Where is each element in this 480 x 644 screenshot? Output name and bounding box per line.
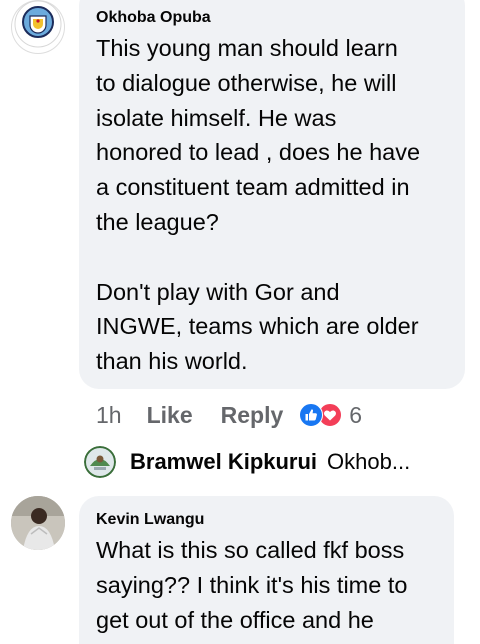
reply-preview[interactable]: Bramwel Kipkurui Okhob...	[84, 442, 410, 482]
comment-author[interactable]: Kevin Lwangu	[96, 510, 204, 530]
avatar-kevin-lwangu[interactable]	[11, 496, 65, 550]
reaction-count: 6	[349, 401, 363, 428]
comment-text: What is this so called fkf boss saying??…	[96, 537, 408, 633]
reply-avatar	[84, 446, 116, 478]
like-button[interactable]: Like	[147, 402, 193, 429]
comment-text: This young man should learn to dialogue …	[96, 35, 421, 375]
reactions[interactable]: 6	[299, 402, 362, 429]
comment-bubble: Kevin Lwangu What is this so called fkf …	[79, 496, 454, 644]
reply-snippet: Okhob...	[327, 449, 411, 474]
comment-bubble: Okhoba Opuba This young man should learn…	[79, 0, 465, 389]
comment-actions: 1h Like Reply 6	[96, 400, 362, 430]
reply-button[interactable]: Reply	[221, 402, 284, 429]
like-icon	[299, 403, 324, 427]
reply-author: Bramwel Kipkurui	[130, 449, 318, 474]
comments-page: Okhoba Opuba This young man should learn…	[0, 0, 480, 644]
comment-author[interactable]: Okhoba Opuba	[96, 8, 211, 28]
comment-timestamp[interactable]: 1h	[96, 402, 122, 429]
avatar-okhoba-opuba[interactable]	[11, 0, 65, 54]
